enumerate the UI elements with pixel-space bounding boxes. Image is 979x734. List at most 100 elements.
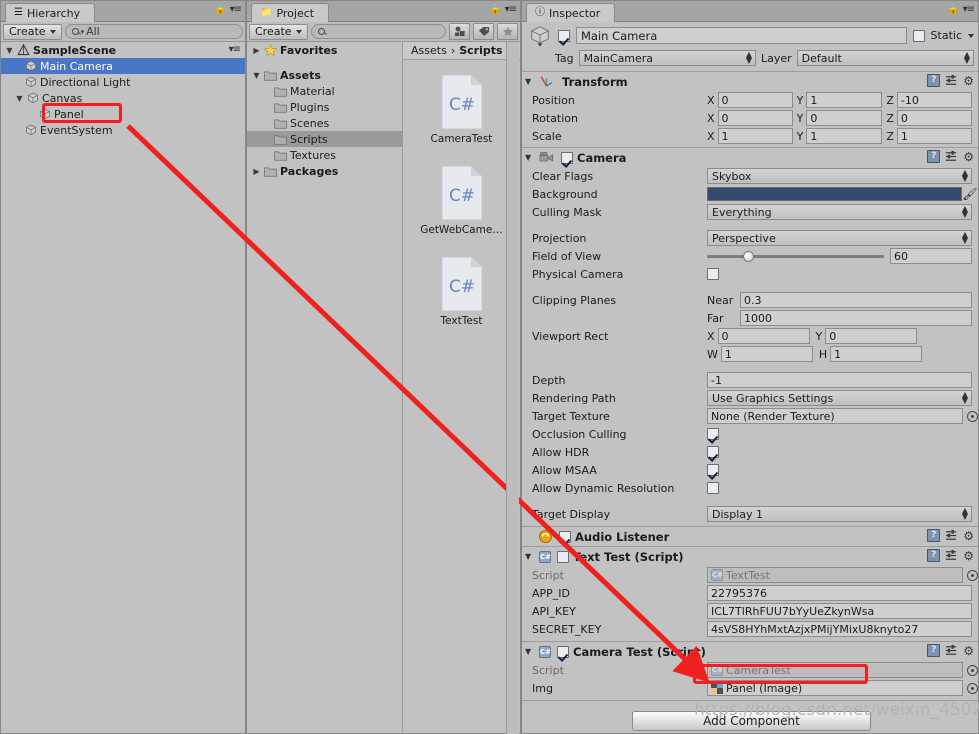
hierarchy-row-canvas[interactable]: ▼ Canvas <box>1 90 245 106</box>
options-menu-icon[interactable]: ▾≡ <box>963 4 975 15</box>
far-input[interactable]: 1000 <box>740 310 972 326</box>
clear-flags-dropdown[interactable]: Skybox ▲ ▼ <box>707 168 972 184</box>
object-picker-icon[interactable] <box>967 569 978 581</box>
scale-x-input[interactable]: 1 <box>717 128 793 144</box>
filter-by-type-button[interactable] <box>449 23 470 40</box>
project-tree-scenes[interactable]: Scenes <box>247 115 402 131</box>
gameobject-enabled-checkbox[interactable] <box>558 29 570 42</box>
fov-slider-knob[interactable] <box>742 250 754 262</box>
camera-test-header[interactable]: ▼ C# Camera Test (Script) ? ⚙ <box>522 642 978 661</box>
near-input[interactable]: 0.3 <box>740 292 972 308</box>
project-tree-scripts[interactable]: Scripts <box>247 131 402 147</box>
help-icon[interactable]: ? <box>927 644 941 657</box>
project-create-button[interactable]: Create <box>249 23 308 40</box>
gear-icon[interactable]: ⚙ <box>963 645 974 657</box>
expand-arrow-icon[interactable]: ▶ <box>252 167 261 176</box>
hierarchy-create-button[interactable]: Create <box>3 23 62 40</box>
object-picker-icon[interactable] <box>967 664 978 676</box>
camera-test-enabled-checkbox[interactable] <box>557 645 569 658</box>
rendering-path-dropdown[interactable]: Use Graphics Settings ▲ ▼ <box>707 390 972 406</box>
gear-icon[interactable]: ⚙ <box>963 550 974 562</box>
static-dropdown-icon[interactable] <box>968 33 974 38</box>
audio-listener-header[interactable]: Audio Listener ? ⚙ <box>522 527 978 546</box>
hierarchy-search-input[interactable]: ▾ All <box>64 24 243 39</box>
audio-listener-enabled-checkbox[interactable] <box>559 530 571 543</box>
hierarchy-row-samplescene[interactable]: ▼ SampleScene <box>1 42 245 58</box>
text-test-header[interactable]: ▼ C# Text Test (Script) ? ⚙ <box>522 547 978 566</box>
object-picker-icon[interactable] <box>967 682 978 694</box>
project-search-input[interactable] <box>310 24 446 39</box>
asset-item[interactable]: C# TextTest <box>403 256 520 327</box>
text-test-script-objectfield[interactable]: C# TextTest <box>707 567 963 583</box>
allow-msaa-checkbox[interactable] <box>707 464 719 476</box>
viewport-h-input[interactable]: 1 <box>830 346 923 362</box>
project-tree-material[interactable]: Material <box>247 83 402 99</box>
gear-icon[interactable]: ⚙ <box>963 530 974 542</box>
hierarchy-row-eventsystem[interactable]: EventSystem <box>1 122 245 138</box>
projection-dropdown[interactable]: Perspective ▲ ▼ <box>707 230 972 246</box>
favorites-filter-button[interactable] <box>497 23 518 40</box>
tab-project[interactable]: 📁 Project <box>251 3 330 22</box>
allow-hdr-checkbox[interactable] <box>707 446 719 458</box>
layer-dropdown[interactable]: Default ▲ ▼ <box>796 50 974 66</box>
rotation-y-input[interactable]: 0 <box>806 110 883 126</box>
collapse-arrow-icon[interactable]: ▼ <box>525 647 535 656</box>
filter-by-label-button[interactable] <box>473 23 494 40</box>
expand-arrow-icon[interactable]: ▶ <box>252 46 261 55</box>
eyedropper-icon[interactable]: 🖌 <box>962 187 978 201</box>
allow-dynamic-resolution-checkbox[interactable] <box>707 482 719 494</box>
collapse-arrow-icon[interactable]: ▼ <box>525 552 535 561</box>
lock-icon[interactable]: 🔒 <box>214 4 226 15</box>
help-icon[interactable]: ? <box>927 74 941 87</box>
gameobject-name-input[interactable]: Main Camera <box>576 27 907 44</box>
project-scrollbar[interactable] <box>506 42 519 734</box>
preset-icon[interactable] <box>945 74 958 87</box>
physical-camera-checkbox[interactable] <box>707 268 719 280</box>
hierarchy-row-directional-light[interactable]: Directional Light <box>1 74 245 90</box>
viewport-y-input[interactable]: 0 <box>825 328 918 344</box>
help-icon[interactable]: ? <box>927 529 941 542</box>
help-icon[interactable]: ? <box>927 150 941 163</box>
api-key-input[interactable]: ICL7TlRhFUU7bYyUeZkynWsa <box>707 603 972 619</box>
project-tree-textures[interactable]: Textures <box>247 147 402 163</box>
scale-z-input[interactable]: 1 <box>896 128 973 144</box>
transform-header[interactable]: ▼ Transform ? ⚙ <box>522 72 978 91</box>
tab-inspector[interactable]: ⓘ Inspector <box>526 3 616 22</box>
camera-header[interactable]: ▼ Camera ? ⚙ <box>522 148 978 167</box>
expand-arrow-icon[interactable]: ▼ <box>15 94 24 103</box>
static-checkbox[interactable] <box>912 29 925 42</box>
depth-input[interactable]: -1 <box>707 372 972 388</box>
viewport-w-input[interactable]: 1 <box>720 346 813 362</box>
preset-icon[interactable] <box>945 549 958 562</box>
tag-dropdown[interactable]: MainCamera ▲ ▼ <box>578 50 756 66</box>
background-color-swatch[interactable] <box>707 187 962 201</box>
project-tree-favorites[interactable]: ▶ Favorites <box>247 42 402 58</box>
lock-icon[interactable]: 🔒 <box>947 4 959 15</box>
asset-item[interactable]: C# CameraTest <box>403 74 520 145</box>
options-menu-icon[interactable]: ▾≡ <box>505 4 517 15</box>
lock-icon[interactable]: 🔒 <box>489 4 501 15</box>
breadcrumb-scripts[interactable]: Scripts <box>459 44 502 57</box>
options-menu-icon[interactable]: ▾≡ <box>230 4 242 15</box>
culling-mask-dropdown[interactable]: Everything ▲ ▼ <box>707 204 972 220</box>
camera-enabled-checkbox[interactable] <box>561 151 573 164</box>
breadcrumb-assets[interactable]: Assets <box>411 44 447 57</box>
occlusion-culling-checkbox[interactable] <box>707 428 719 440</box>
gear-icon[interactable]: ⚙ <box>963 75 974 87</box>
collapse-arrow-icon[interactable]: ▼ <box>525 153 535 162</box>
scale-y-input[interactable]: 1 <box>806 128 883 144</box>
project-tree-assets[interactable]: ▼ Assets <box>247 67 402 83</box>
hierarchy-row-panel[interactable]: Panel <box>1 106 245 122</box>
asset-item[interactable]: C# GetWebCame… <box>403 165 520 236</box>
collapse-arrow-icon[interactable]: ▼ <box>525 77 535 86</box>
hierarchy-row-main-camera[interactable]: Main Camera <box>1 58 245 74</box>
rotation-x-input[interactable]: 0 <box>717 110 793 126</box>
secret-key-input[interactable]: 4sVS8HYhMxtAzjxPMijYMixU8knyto27 <box>707 621 972 637</box>
target-texture-objectfield[interactable]: None (Render Texture) <box>707 408 963 424</box>
position-y-input[interactable]: 1 <box>806 92 883 108</box>
preset-icon[interactable] <box>945 644 958 657</box>
tab-hierarchy[interactable]: ☰ Hierarchy <box>5 3 96 22</box>
project-tree-plugins[interactable]: Plugins <box>247 99 402 115</box>
position-z-input[interactable]: -10 <box>896 92 973 108</box>
preset-icon[interactable] <box>945 529 958 542</box>
